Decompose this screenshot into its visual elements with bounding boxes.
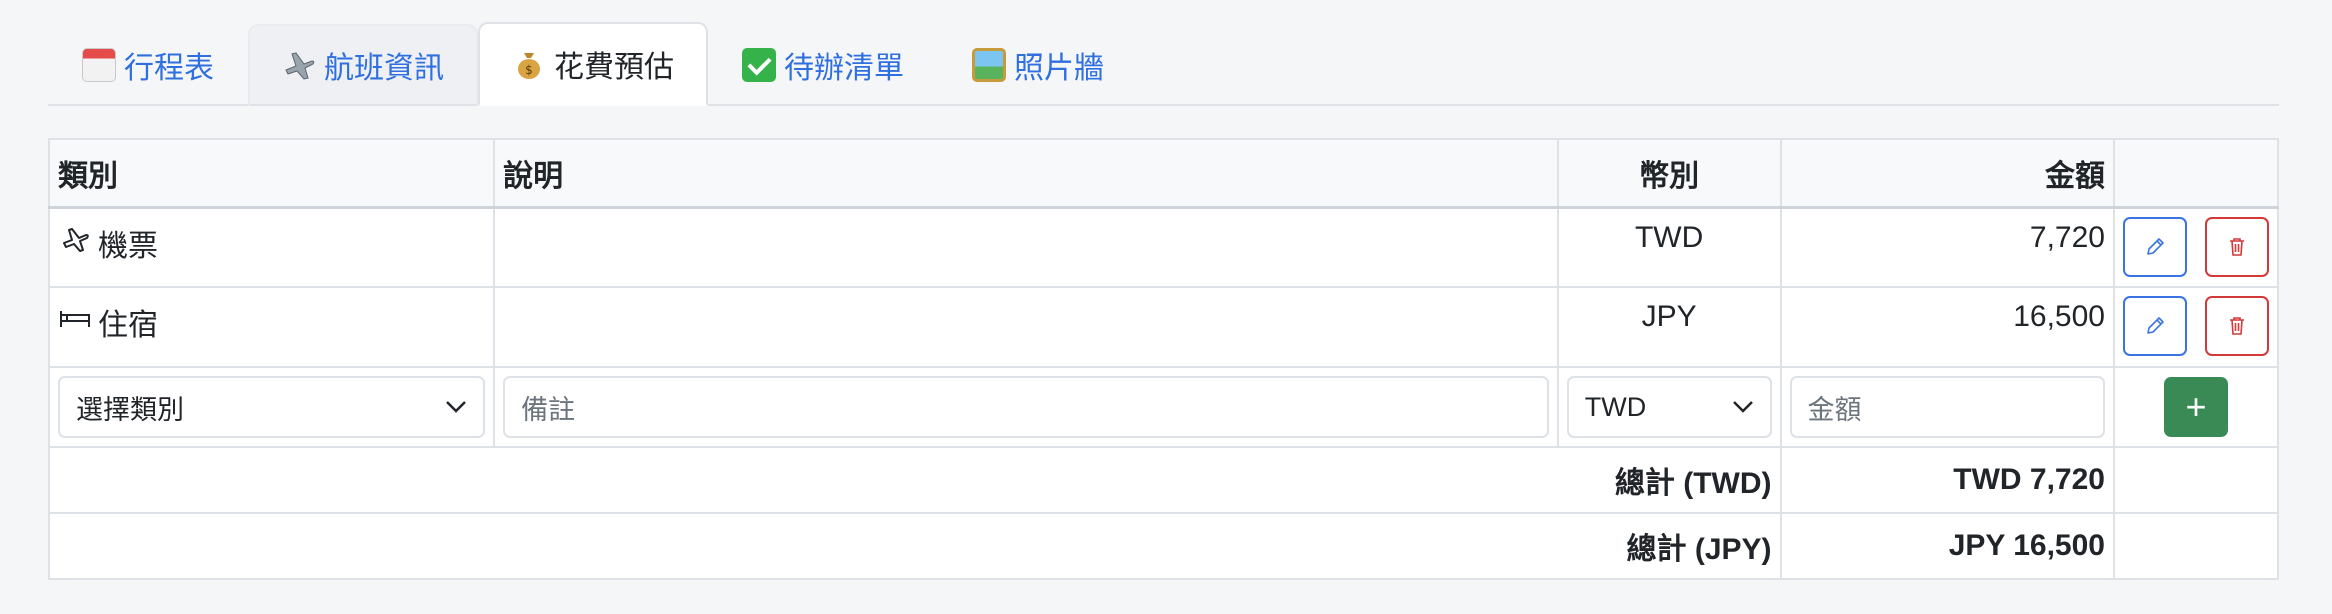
column-header-actions — [2112, 138, 2280, 209]
framed-picture-icon — [972, 48, 1006, 82]
description-cell — [493, 286, 1559, 368]
svg-text:$: $ — [525, 63, 533, 77]
category-select-cell: 選擇類別 — [47, 366, 496, 448]
category-cell: 住宿 — [47, 286, 496, 368]
tab-label: 航班資訊 — [324, 52, 444, 85]
tab-photos[interactable]: 照片牆 — [938, 24, 1138, 106]
description-cell — [493, 206, 1559, 288]
actions-cell — [2112, 286, 2280, 368]
tab-label: 行程表 — [124, 52, 214, 85]
bed-icon — [58, 301, 92, 343]
add-cell: + — [2112, 366, 2280, 448]
tab-label: 花費預估 — [554, 51, 674, 84]
currency-cell: TWD — [1556, 206, 1782, 288]
new-expense-row: 選擇類別 備註 TWD 金額 + — [47, 366, 2280, 448]
currency-select-value: TWD — [1584, 391, 1647, 422]
airplane-icon — [58, 222, 92, 264]
category-label: 機票 — [98, 229, 158, 263]
check-mark-icon — [742, 48, 776, 82]
actions-cell — [2112, 206, 2280, 288]
currency-select[interactable]: TWD — [1566, 376, 1772, 438]
edit-button[interactable] — [2122, 296, 2187, 356]
category-select-value: 選擇類別 — [76, 394, 184, 425]
tab-bar: 行程表 航班資訊 $ 花費預估 待辦清單 照片牆 — [48, 20, 2279, 106]
total-row: 總計 (JPY) JPY 16,500 — [48, 512, 2280, 580]
total-row: 總計 (TWD) TWD 7,720 — [48, 446, 2280, 514]
amount-cell: 16,500 — [1779, 286, 2115, 368]
pencil-icon — [2147, 317, 2164, 334]
tab-expenses[interactable]: $ 花費預估 — [478, 22, 708, 106]
note-input-cell: 備註 — [493, 366, 1559, 448]
money-bag-icon: $ — [512, 47, 546, 81]
trash-icon — [2229, 317, 2244, 335]
amount-input[interactable]: 金額 — [1789, 376, 2105, 438]
tab-itinerary[interactable]: 行程表 — [48, 24, 248, 106]
column-header-category: 類別 — [47, 138, 496, 209]
calendar-icon — [82, 48, 116, 82]
total-empty-cell — [2112, 446, 2280, 514]
table-header-row: 類別 說明 幣別 金額 — [47, 138, 2280, 209]
tab-flights[interactable]: 航班資訊 — [248, 24, 478, 106]
expense-table: 類別 說明 幣別 金額 機票 TWD 7,720 住宿 JPY 16,500 選… — [47, 138, 2280, 580]
chevron-down-icon — [446, 401, 467, 413]
chevron-down-icon — [1732, 401, 1753, 413]
amount-input-cell: 金額 — [1779, 366, 2115, 448]
total-label: 總計 (JPY) — [48, 512, 1782, 580]
total-value: TWD 7,720 — [1779, 446, 2115, 514]
currency-cell: JPY — [1556, 286, 1782, 368]
tab-todo[interactable]: 待辦清單 — [708, 24, 938, 106]
column-header-description: 說明 — [493, 138, 1559, 209]
add-button[interactable]: + — [2163, 377, 2228, 437]
tab-label: 照片牆 — [1014, 52, 1104, 85]
pencil-icon — [2147, 237, 2164, 255]
delete-button[interactable] — [2204, 216, 2269, 277]
amount-input-placeholder: 金額 — [1807, 394, 1862, 425]
delete-button[interactable] — [2204, 296, 2269, 356]
category-select[interactable]: 選擇類別 — [58, 376, 486, 438]
column-header-currency: 幣別 — [1556, 138, 1782, 209]
column-header-amount: 金額 — [1779, 138, 2115, 209]
table-row: 住宿 JPY 16,500 — [47, 286, 2280, 368]
total-label: 總計 (TWD) — [48, 446, 1782, 514]
category-label: 住宿 — [98, 309, 158, 342]
category-cell: 機票 — [47, 206, 496, 288]
amount-cell: 7,720 — [1779, 206, 2115, 288]
airplane-icon — [282, 48, 316, 82]
note-input[interactable]: 備註 — [503, 376, 1549, 438]
total-value: JPY 16,500 — [1779, 512, 2115, 580]
plus-icon: + — [2185, 386, 2207, 427]
total-empty-cell — [2112, 512, 2280, 580]
trash-icon — [2229, 237, 2244, 256]
table-row: 機票 TWD 7,720 — [47, 206, 2280, 288]
edit-button[interactable] — [2122, 216, 2187, 277]
note-input-placeholder: 備註 — [521, 394, 576, 425]
currency-select-cell: TWD — [1556, 366, 1782, 448]
tab-label: 待辦清單 — [784, 52, 904, 85]
